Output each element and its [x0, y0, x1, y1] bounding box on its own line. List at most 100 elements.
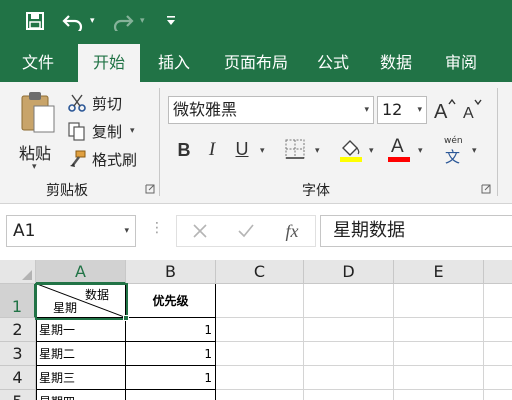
font-dialog-launcher-icon[interactable] [481, 184, 491, 194]
cell-f4[interactable] [484, 366, 512, 390]
phonetic-guide-button[interactable]: wén 文 [442, 136, 466, 166]
italic-button[interactable]: I [200, 136, 224, 164]
cell-f3[interactable] [484, 342, 512, 366]
copy-button[interactable]: 复制 ▾ [66, 118, 135, 144]
bold-button[interactable]: B [172, 136, 196, 164]
customize-toolbar-icon[interactable] [163, 8, 179, 34]
row-header-4[interactable]: 4 [0, 366, 36, 390]
tab-insert[interactable]: 插入 [148, 44, 200, 82]
undo-icon[interactable] [60, 8, 86, 34]
increase-font-size-button[interactable]: A [432, 96, 458, 124]
cell-d3[interactable] [304, 342, 394, 366]
cell-a1[interactable]: 数据 星期 [36, 284, 126, 318]
font-name-dropdown-icon: ▾ [364, 105, 369, 115]
undo-dropdown-icon[interactable]: ▾ [90, 16, 95, 26]
cell-c3[interactable] [216, 342, 304, 366]
insert-function-icon[interactable]: fx [277, 216, 307, 246]
column-header-b[interactable]: B [126, 260, 216, 284]
cell-e3[interactable] [394, 342, 484, 366]
borders-button[interactable] [284, 138, 308, 162]
cell-f1[interactable] [484, 284, 512, 318]
font-color-swatch [388, 157, 410, 162]
cell-c4[interactable] [216, 366, 304, 390]
fill-handle[interactable] [123, 315, 129, 321]
font-color-dropdown-icon[interactable]: ▾ [418, 146, 423, 156]
redo-dropdown-icon[interactable]: ▾ [140, 16, 145, 26]
column-header-d[interactable]: D [304, 260, 394, 284]
cell-a1-top-text: 数据 [84, 288, 109, 302]
paste-label: 粘贴 [19, 144, 52, 163]
redo-icon[interactable] [110, 8, 136, 34]
cell-b1[interactable]: 优先级 [126, 284, 216, 318]
cell-c5[interactable] [216, 390, 304, 400]
group-separator [497, 88, 498, 196]
svg-text:A: A [434, 101, 448, 123]
cut-icon [66, 92, 88, 114]
increase-font-size-icon: A [434, 98, 456, 123]
enter-icon[interactable] [231, 216, 261, 246]
fill-color-icon [340, 140, 362, 162]
fill-color-dropdown-icon[interactable]: ▾ [369, 146, 374, 156]
clipboard-group-label: 剪贴板 [46, 183, 88, 199]
font-size-select[interactable]: 12 ▾ [377, 96, 427, 124]
row-header-3[interactable]: 3 [0, 342, 36, 366]
column-header-next[interactable] [484, 260, 512, 284]
cut-button[interactable]: 剪切 [66, 90, 122, 116]
tab-review[interactable]: 审阅 [434, 44, 488, 82]
cell-b5[interactable] [126, 390, 216, 400]
phonetic-guide-dropdown-icon[interactable]: ▾ [472, 146, 477, 156]
font-color-button[interactable]: A [386, 136, 412, 164]
copy-dropdown-icon[interactable]: ▾ [130, 126, 135, 136]
formula-input[interactable]: 星期数据 [320, 215, 512, 247]
select-all-button[interactable] [0, 260, 36, 284]
cell-e4[interactable] [394, 366, 484, 390]
cut-label: 剪切 [92, 94, 123, 113]
tab-data[interactable]: 数据 [370, 44, 422, 82]
cell-d5[interactable] [304, 390, 394, 400]
paste-button[interactable]: 粘贴 ▾ [14, 88, 60, 174]
cell-a2[interactable]: 星期一 [36, 318, 126, 342]
font-name-select[interactable]: 微软雅黑 ▾ [168, 96, 374, 124]
row-header-5[interactable]: 5 [0, 390, 36, 400]
format-painter-button[interactable]: 格式刷 [66, 146, 137, 172]
cell-d4[interactable] [304, 366, 394, 390]
cell-d1[interactable] [304, 284, 394, 318]
paste-dropdown-icon[interactable]: ▾ [32, 162, 37, 172]
cell-c1[interactable] [216, 284, 304, 318]
cell-e2[interactable] [394, 318, 484, 342]
cell-b3[interactable]: 1 [126, 342, 216, 366]
clipboard-dialog-launcher-icon[interactable] [145, 184, 155, 194]
cell-b4[interactable]: 1 [126, 366, 216, 390]
column-header-a[interactable]: A [36, 260, 126, 284]
font-size-value: 12 [382, 100, 403, 119]
formula-controls: fx [176, 215, 316, 247]
underline-dropdown-icon[interactable]: ▾ [260, 146, 265, 156]
formula-bar-resize-handle[interactable]: ⋮ [150, 220, 164, 236]
tab-file[interactable]: 文件 [12, 44, 64, 82]
column-header-c[interactable]: C [216, 260, 304, 284]
font-name-value: 微软雅黑 [173, 100, 238, 119]
cell-a4[interactable]: 星期三 [36, 366, 126, 390]
cell-d2[interactable] [304, 318, 394, 342]
cell-c2[interactable] [216, 318, 304, 342]
cell-a3[interactable]: 星期二 [36, 342, 126, 366]
cancel-icon[interactable] [185, 216, 215, 246]
decrease-font-size-button[interactable]: A [460, 96, 486, 124]
borders-dropdown-icon[interactable]: ▾ [315, 146, 320, 156]
column-header-e[interactable]: E [394, 260, 484, 284]
row-header-2[interactable]: 2 [0, 318, 36, 342]
cell-f2[interactable] [484, 318, 512, 342]
cell-b2[interactable]: 1 [126, 318, 216, 342]
tab-formulas[interactable]: 公式 [308, 44, 358, 82]
name-box[interactable]: A1 ▾ [6, 215, 136, 247]
row-header-1[interactable]: 1 [0, 284, 36, 318]
format-painter-icon [66, 148, 88, 170]
tab-home[interactable]: 开始 [78, 44, 140, 82]
tab-page-layout[interactable]: 页面布局 [210, 44, 302, 82]
cell-a5[interactable]: 星期四 [36, 390, 126, 400]
save-icon[interactable] [22, 8, 48, 34]
fill-color-button[interactable] [338, 136, 364, 164]
underline-button[interactable]: U [230, 136, 254, 164]
cell-e1[interactable] [394, 284, 484, 318]
cell-e5[interactable] [394, 390, 484, 400]
